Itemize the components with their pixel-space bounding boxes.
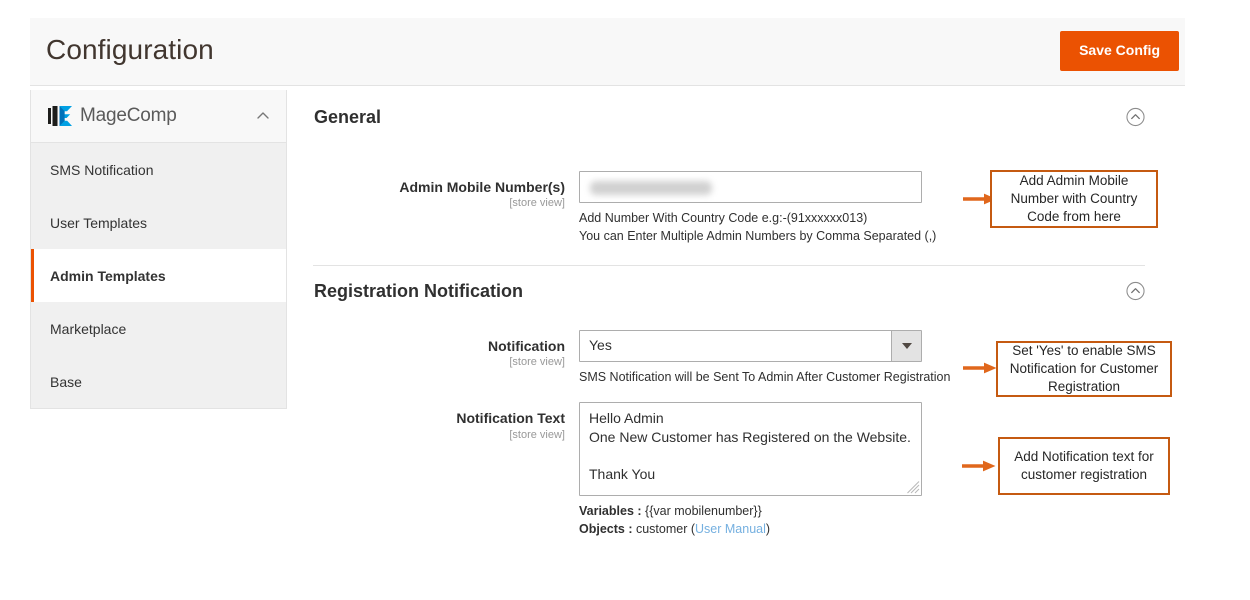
- page-title: Configuration: [46, 34, 214, 65]
- field-notification-text-control: Hello Admin One New Customer has Registe…: [579, 402, 922, 539]
- config-sidebar: MageComp SMS Notification User Templates…: [30, 90, 287, 409]
- save-config-button[interactable]: Save Config: [1060, 31, 1179, 71]
- select-dropdown-button[interactable]: [891, 331, 921, 362]
- sidebar-item-label: Marketplace: [50, 320, 127, 337]
- field-scope-text: [store view]: [509, 356, 565, 369]
- configuration-page: Configuration Save Config MageComp SMS N…: [0, 0, 1250, 600]
- field-scope-text: [store view]: [509, 197, 565, 210]
- objects-value: customer (: [635, 522, 696, 537]
- sidebar-item-label: SMS Notification: [50, 161, 154, 178]
- field-notification-control: Yes SMS Notification will be Sent To Adm…: [579, 330, 950, 386]
- redacted-value: [590, 181, 712, 195]
- variables-line: Variables : {{var mobilenumber}}: [579, 503, 922, 521]
- variables-value: {{var mobilenumber}}: [645, 504, 762, 519]
- magecomp-logo-text: MageComp: [80, 105, 177, 126]
- user-manual-link[interactable]: User Manual: [695, 522, 766, 536]
- annotation-arrow-2: [963, 362, 997, 374]
- field-label-text: Notification Text: [456, 410, 565, 427]
- admin-mobile-input[interactable]: [579, 171, 922, 203]
- resize-handle-icon[interactable]: [907, 481, 920, 494]
- notification-text-varnote: Variables : {{var mobilenumber}} Objects…: [579, 503, 922, 539]
- field-notification-text-label: Notification Text [store view]: [313, 402, 579, 440]
- sidebar-item-user-templates[interactable]: User Templates: [31, 196, 286, 249]
- sidebar-brand-header[interactable]: MageComp: [31, 90, 286, 143]
- field-admin-mobile-control: Add Number With Country Code e.g:-(91xxx…: [579, 171, 936, 245]
- annotation-callout-2: Set 'Yes' to enable SMS Notification for…: [996, 341, 1172, 397]
- variables-label: Variables :: [579, 504, 642, 519]
- field-scope-text: [store view]: [509, 428, 565, 441]
- section-general-header[interactable]: General: [313, 90, 1155, 144]
- objects-label: Objects :: [579, 522, 633, 537]
- page-header: Configuration Save Config: [30, 18, 1185, 86]
- notification-note: SMS Notification will be Sent To Admin A…: [579, 370, 951, 385]
- sidebar-item-label: Base: [50, 373, 82, 390]
- notification-text-textarea[interactable]: Hello Admin One New Customer has Registe…: [579, 402, 922, 497]
- objects-suffix: ): [765, 522, 771, 537]
- sidebar-item-base[interactable]: Base: [31, 355, 286, 408]
- field-notification-label: Notification [store view]: [313, 330, 579, 368]
- section-registration-title: Registration Notification: [314, 280, 524, 301]
- annotation-arrow-3: [962, 460, 996, 472]
- field-label-text: Notification: [488, 338, 565, 355]
- chevron-up-icon[interactable]: [256, 109, 270, 123]
- admin-mobile-note: Add Number With Country Code e.g:-(91xxx…: [579, 211, 937, 244]
- section-registration-notification: Registration Notification Notification […: [313, 266, 1155, 539]
- sidebar-item-admin-templates[interactable]: Admin Templates: [31, 249, 286, 302]
- notification-text-value: Hello Admin One New Customer has Registe…: [589, 410, 911, 482]
- field-admin-mobile-label: Admin Mobile Number(s) [store view]: [313, 171, 579, 209]
- sidebar-item-label: Admin Templates: [50, 267, 166, 284]
- section-general-title: General: [314, 106, 382, 127]
- sidebar-item-marketplace[interactable]: Marketplace: [31, 302, 286, 355]
- caret-down-icon: [901, 343, 912, 350]
- notification-select-value: Yes: [589, 337, 612, 354]
- magecomp-logo: MageComp: [48, 105, 177, 127]
- collapse-circle-up-icon[interactable]: [1126, 107, 1145, 127]
- sidebar-item-sms-notification[interactable]: SMS Notification: [31, 143, 286, 196]
- magecomp-logo-icon: [48, 106, 72, 126]
- annotation-callout-3: Add Notification text for customer regis…: [998, 437, 1170, 495]
- field-label-text: Admin Mobile Number(s): [399, 179, 565, 195]
- collapse-circle-up-icon[interactable]: [1126, 282, 1145, 301]
- sidebar-item-label: User Templates: [50, 214, 148, 231]
- notification-select[interactable]: Yes: [579, 330, 922, 363]
- annotation-callout-1: Add Admin Mobile Number with Country Cod…: [990, 170, 1158, 228]
- section-registration-header[interactable]: Registration Notification: [313, 266, 1155, 316]
- objects-line: Objects : customer (User Manual): [579, 521, 922, 539]
